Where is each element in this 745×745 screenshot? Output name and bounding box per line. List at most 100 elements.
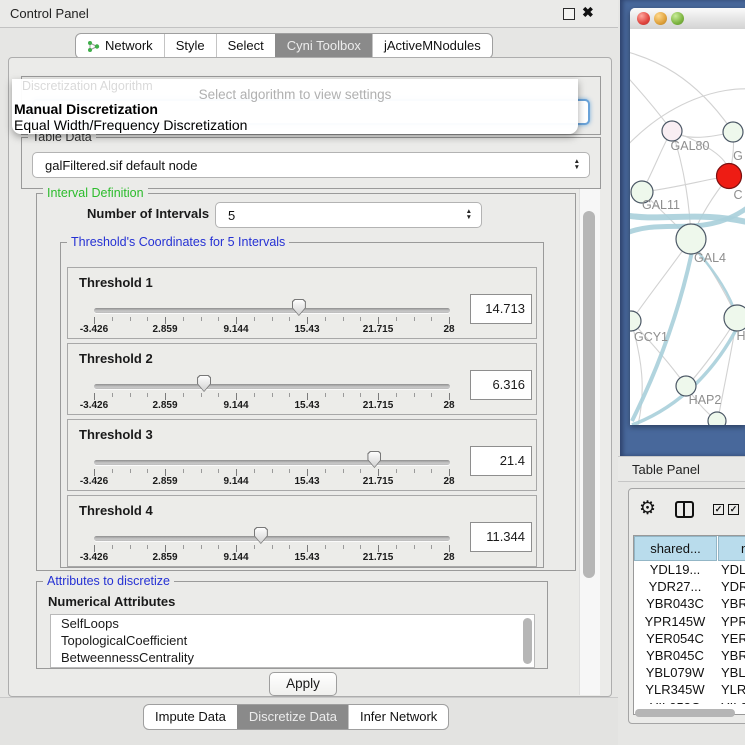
threshold-value-field[interactable]: 11.344 <box>470 522 532 552</box>
column-header-name[interactable]: n <box>718 536 745 561</box>
threshold-value-field[interactable]: 14.713 <box>470 294 532 324</box>
table-row[interactable]: YBR043CYBR0 <box>634 596 745 613</box>
mac-close-icon[interactable] <box>637 12 650 25</box>
network-node[interactable] <box>723 122 743 142</box>
attributes-list[interactable]: SelfLoopsTopologicalCoefficientBetweenne… <box>50 614 535 668</box>
network-node[interactable] <box>724 305 745 331</box>
tab-label: jActiveMNodules <box>384 34 481 58</box>
mac-minimize-icon[interactable] <box>654 12 667 25</box>
settings-scrollbar-thumb[interactable] <box>583 211 595 578</box>
close-icon[interactable]: ✖ <box>582 4 594 21</box>
tick-label: 28 <box>443 324 454 335</box>
network-edge <box>630 73 672 131</box>
attribute-item[interactable]: SelfLoops <box>51 615 534 632</box>
tick-label: -3.426 <box>80 324 108 335</box>
checkbox-icon[interactable]: ✓ <box>713 504 724 515</box>
threshold-value-field[interactable]: 21.4 <box>470 446 532 476</box>
table-row[interactable]: YDR27...YDR2 <box>634 579 745 596</box>
tab-label: Discretize Data <box>249 705 337 729</box>
slider-thumb-icon[interactable] <box>197 375 211 392</box>
cell-name: YBR0 <box>716 596 745 611</box>
attribute-item[interactable]: TopologicalCoefficient <box>51 632 534 649</box>
tick-mark <box>94 393 95 400</box>
slider-track[interactable] <box>94 308 450 313</box>
tick-label: 15.43 <box>294 476 319 487</box>
float-icon[interactable] <box>563 8 575 20</box>
table-row[interactable]: YDL19...YDL1 <box>634 562 745 579</box>
tab-impute-data[interactable]: Impute Data <box>144 705 237 729</box>
table-row[interactable]: YER054CYER0 <box>634 631 745 648</box>
threshold-value-field[interactable]: 6.316 <box>470 370 532 400</box>
window-title: Control Panel <box>10 6 89 21</box>
network-node[interactable] <box>630 311 641 331</box>
tick-label: 21.715 <box>363 400 394 411</box>
attribute-item[interactable]: BetweennessCentrality <box>51 649 534 666</box>
tick-label: 28 <box>443 400 454 411</box>
table-row[interactable]: YPR145WYPR1 <box>634 614 745 631</box>
algorithm-option-1[interactable]: Manual Discretization <box>14 101 158 117</box>
settings-scrollbar[interactable] <box>579 189 600 695</box>
tick-label: 15.43 <box>294 324 319 335</box>
tick-mark <box>165 393 166 400</box>
table-data-groupbox: Table Data galFiltered.sif default node … <box>21 137 601 189</box>
slider-track[interactable] <box>94 460 450 465</box>
tick-mark <box>343 317 344 321</box>
tab-jactivemnodules[interactable]: jActiveMNodules <box>372 34 492 58</box>
tab-infer-network[interactable]: Infer Network <box>348 705 448 729</box>
network-node[interactable] <box>676 224 706 254</box>
table-row[interactable]: YBR045CYBR0 <box>634 648 745 665</box>
network-icon <box>87 40 100 53</box>
tick-mark <box>396 317 397 321</box>
cell-shared-name: YBL079W <box>634 665 716 680</box>
algorithm-option-2[interactable]: Equal Width/Frequency Discretization <box>14 117 247 133</box>
tick-label: 9.144 <box>223 476 248 487</box>
network-node-label: HAP2 <box>689 393 722 407</box>
tick-label: 15.43 <box>294 552 319 563</box>
tick-mark <box>236 545 237 552</box>
tab-network[interactable]: Network <box>76 34 164 58</box>
stepper-arrows-icon[interactable]: ▲▼ <box>574 159 580 171</box>
tick-mark <box>236 317 237 324</box>
network-window-titlebar[interactable] <box>630 8 745 30</box>
tab-cyni-toolbox[interactable]: Cyni Toolbox <box>275 34 372 58</box>
network-node[interactable] <box>708 412 726 425</box>
tick-mark <box>307 469 308 476</box>
tab-discretize-data[interactable]: Discretize Data <box>237 705 348 729</box>
tab-select[interactable]: Select <box>216 34 275 58</box>
network-node[interactable] <box>662 121 682 141</box>
table-row[interactable]: YBL079WYBL0 <box>634 665 745 682</box>
network-node-label: H <box>736 329 745 343</box>
table-data-combobox[interactable]: galFiltered.sif default node ▲▼ <box>32 152 590 178</box>
tick-mark <box>378 545 379 552</box>
threshold-panel-4: Threshold 4 -3.4262.8599.14415.4321.7152… <box>67 495 537 567</box>
slider-thumb-icon[interactable] <box>254 527 268 544</box>
top-tab-bar: NetworkStyleSelectCyni Toolbox jActiveMNo… <box>75 33 493 59</box>
slider-track[interactable] <box>94 384 450 389</box>
network-node[interactable] <box>717 164 742 189</box>
gear-icon[interactable]: ⚙ <box>639 497 656 520</box>
slider-track[interactable] <box>94 536 450 541</box>
checkbox-icon[interactable]: ✓ <box>728 504 739 515</box>
split-view-icon[interactable] <box>675 501 694 518</box>
table-row[interactable]: YLR345WYLR3 <box>634 682 745 699</box>
tick-mark <box>254 317 255 321</box>
mac-zoom-icon[interactable] <box>671 12 684 25</box>
tick-mark <box>343 393 344 397</box>
table-row[interactable]: YIL052CYIL0 <box>634 700 745 705</box>
column-header-shared-name[interactable]: shared... <box>634 536 717 561</box>
table-data-value: galFiltered.sif default node <box>45 158 197 173</box>
cell-name: YIL0 <box>716 700 745 705</box>
stepper-arrows-icon[interactable]: ▲▼ <box>466 209 472 221</box>
tick-label: 28 <box>443 552 454 563</box>
network-canvas[interactable]: GAL80GCGAL11GAL4GCY1HHAP2 <box>630 29 745 425</box>
slider-thumb-icon[interactable] <box>367 451 381 468</box>
cell-shared-name: YER054C <box>634 631 716 646</box>
apply-button[interactable]: Apply <box>269 672 337 696</box>
tick-mark <box>201 317 202 321</box>
slider-thumb-icon[interactable] <box>292 299 306 316</box>
tab-style[interactable]: Style <box>164 34 216 58</box>
table-hscrollbar-thumb[interactable] <box>635 709 735 717</box>
number-of-intervals-combobox[interactable]: 5 ▲▼ <box>215 202 482 228</box>
cell-shared-name: YPR145W <box>634 614 716 629</box>
attributes-scrollbar-thumb[interactable] <box>523 618 532 664</box>
